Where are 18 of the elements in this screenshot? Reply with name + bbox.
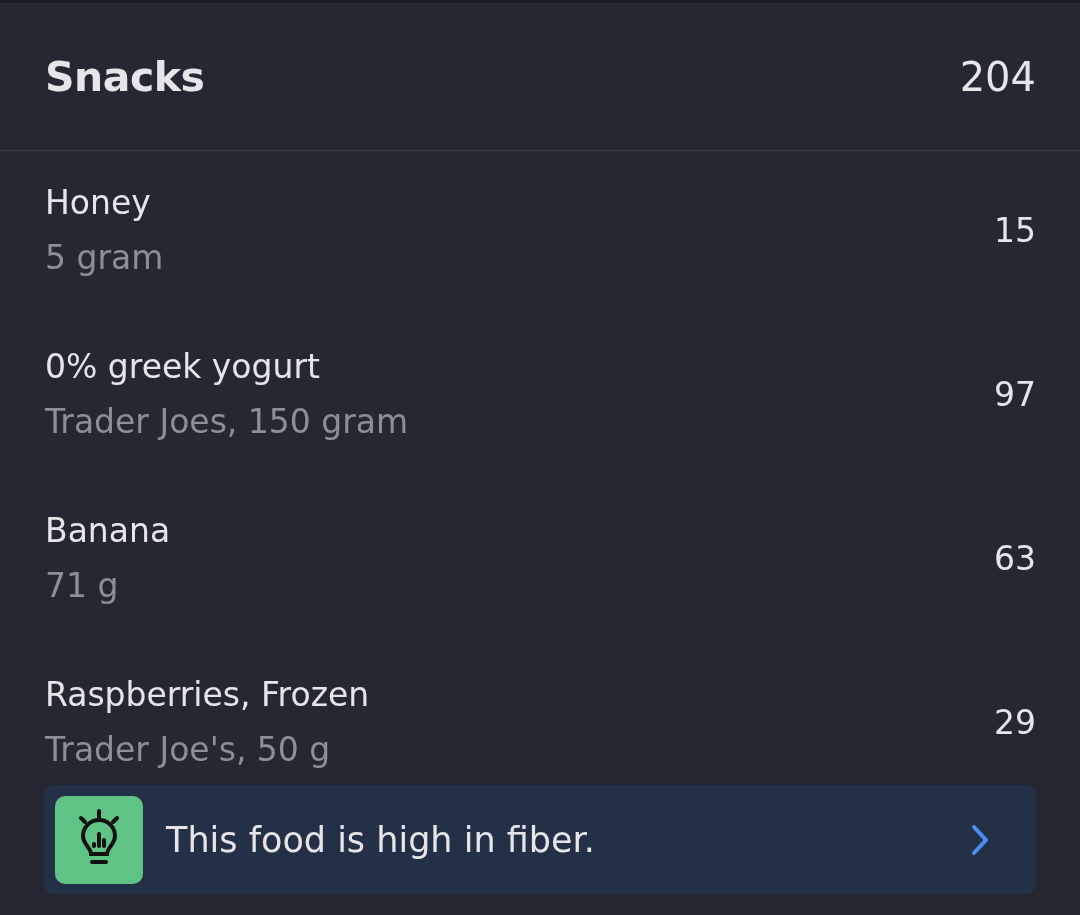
food-detail: 71 g	[45, 566, 120, 606]
food-calories: 15	[994, 211, 1036, 250]
food-name: Raspberries, Frozen	[45, 675, 370, 715]
food-calories: 63	[994, 539, 1036, 578]
food-calories: 29	[994, 703, 1036, 742]
section-total: 204	[959, 53, 1036, 100]
food-detail: Trader Joe's, 50 g	[45, 730, 332, 770]
food-detail: Trader Joes, 150 gram	[45, 402, 409, 442]
food-name: 0% greek yogurt	[45, 347, 321, 387]
food-name: Banana	[45, 511, 171, 551]
chevron-right-icon	[970, 823, 990, 856]
section-title: Snacks	[45, 52, 205, 101]
food-detail: 5 gram	[45, 238, 164, 278]
lightbulb-icon	[55, 795, 143, 884]
food-calories: 97	[994, 375, 1036, 414]
food-name: Honey	[45, 183, 152, 223]
tip-banner[interactable]: This food is high in fiber.	[44, 785, 1036, 894]
tip-text: This food is high in fiber.	[166, 819, 596, 860]
